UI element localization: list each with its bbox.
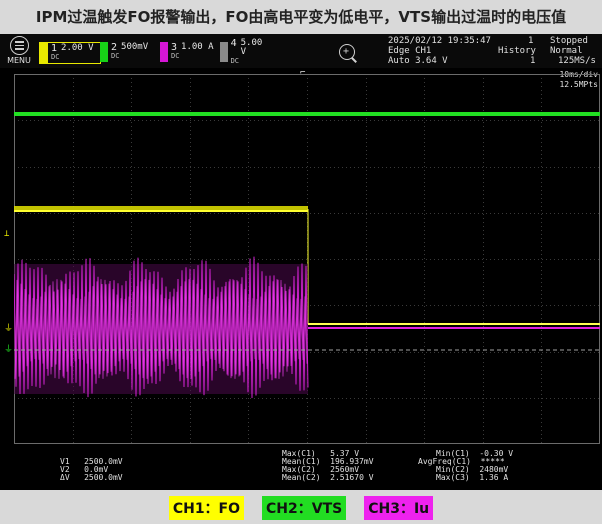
- ch1-ground-marker[interactable]: ⏚: [4, 325, 13, 334]
- waveform-grid: [14, 74, 600, 444]
- channel-legend: CH1：FO CH2：VTS CH3：Iu: [0, 492, 602, 524]
- channel-2-color-tag: [100, 42, 108, 62]
- oscilloscope-screen: MENU 1 2.00 V DC 2 500mV DC 3 1.00 A DC …: [0, 34, 602, 490]
- trigger-mode: Auto 3.64 V: [388, 56, 448, 66]
- channel-1-indicator[interactable]: 1 2.00 V DC: [39, 42, 101, 64]
- channel-2-indicator[interactable]: 2 500mV DC: [100, 42, 158, 62]
- ch3-iu-trace: [14, 256, 309, 399]
- history-label: History: [498, 46, 536, 56]
- acquisition-mode: Normal: [550, 46, 583, 56]
- legend-ch1: CH1：FO: [168, 496, 245, 520]
- channel-2-scale: 500mV: [121, 42, 149, 52]
- channel-4-indicator[interactable]: 4 5.00 V DC: [220, 37, 274, 65]
- menu-button[interactable]: MENU: [3, 36, 35, 66]
- cursor-dv: ΔV 2500.0mV: [60, 473, 123, 482]
- trigger-source: Edge CH1: [388, 46, 432, 56]
- ch1-level-marker[interactable]: ⊥: [4, 230, 9, 239]
- legend-ch2: CH2：VTS: [262, 496, 347, 520]
- legend-ch3: CH3：Iu: [364, 496, 434, 520]
- ch2-ground-marker[interactable]: ⏚: [4, 346, 13, 355]
- channel-2-coupling: DC: [111, 52, 120, 60]
- menu-label: MENU: [7, 56, 31, 65]
- zoom-icon[interactable]: +: [339, 44, 355, 60]
- figure-headline: IPM过温触发FO报警输出，FO由高电平变为低电平，VTS输出过温时的电压值: [35, 7, 567, 26]
- sample-rate: 125MS/s: [558, 56, 596, 66]
- channel-4-number: 4: [230, 37, 237, 49]
- channel-3-color-tag: [160, 42, 168, 62]
- channel-1-scale: 2.00 V: [61, 43, 94, 53]
- channel-3-coupling: DC: [171, 52, 180, 60]
- datetime: 2025/02/12 19:35:47: [388, 36, 491, 46]
- meas-mean-c2: Mean(C2) 2.51670 V: [282, 473, 374, 482]
- channel-4-scale: 5.00 V: [240, 37, 263, 57]
- history-value: 1: [530, 56, 536, 66]
- menu-icon: [9, 36, 29, 55]
- channel-1-color-tag: [40, 43, 48, 63]
- acquisition-count: 1: [528, 36, 534, 46]
- run-state: Stopped: [550, 36, 588, 46]
- channel-1-number: 1: [51, 43, 58, 54]
- channel-2-number: 2: [111, 42, 118, 53]
- channel-3-indicator[interactable]: 3 1.00 A DC: [160, 42, 218, 62]
- channel-3-scale: 1.00 A: [181, 42, 214, 52]
- figure-frame: IPM过温触发FO报警输出，FO由高电平变为低电平，VTS输出过温时的电压值 M…: [0, 0, 602, 524]
- meas-max-c3: Max(C3) 1.36 A: [436, 473, 509, 482]
- channel-1-coupling: DC: [51, 53, 60, 61]
- scope-top-bar: MENU 1 2.00 V DC 2 500mV DC 3 1.00 A DC …: [0, 34, 602, 68]
- channel-3-number: 3: [171, 42, 178, 53]
- channel-4-color-tag: [220, 42, 228, 62]
- channel-4-coupling: DC: [230, 56, 240, 65]
